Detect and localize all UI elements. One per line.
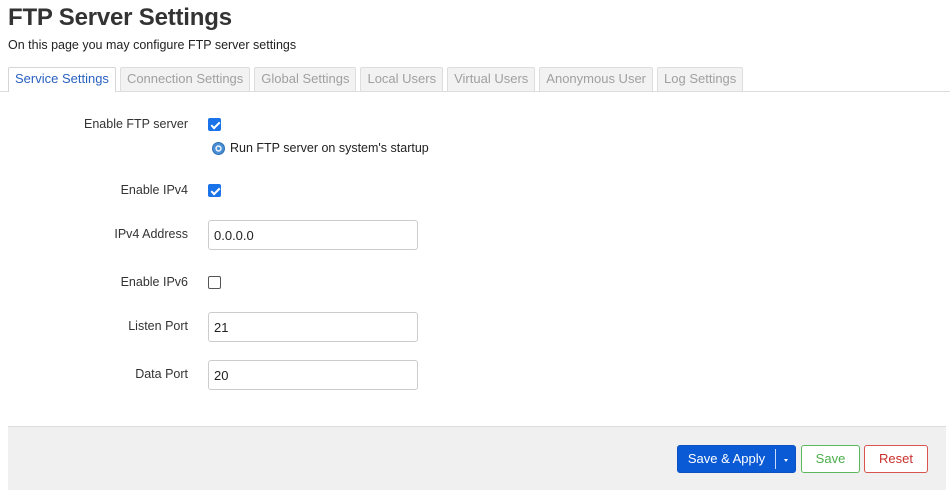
tab-virtual-users[interactable]: Virtual Users [447,67,536,91]
info-icon [212,141,225,155]
tab-connection-settings[interactable]: Connection Settings [119,67,251,91]
caret-down-icon[interactable] [776,446,796,472]
enable-ftp-checkbox[interactable] [208,118,221,131]
enable-ipv4-checkbox[interactable] [208,184,221,197]
action-bar: Save & Apply Save Reset [8,426,946,490]
page-description: On this page you may configure FTP serve… [8,38,297,52]
enable-ipv6-label: Enable IPv6 [120,275,188,289]
tab-bar: Service Settings Connection Settings Glo… [8,67,747,92]
reset-button[interactable]: Reset [864,445,928,473]
listen-port-label: Listen Port [128,319,188,333]
ipv4-address-label: IPv4 Address [114,227,188,241]
data-port-label: Data Port [135,367,188,381]
page-title: FTP Server Settings [8,4,232,31]
enable-ftp-label: Enable FTP server [84,117,188,131]
enable-ftp-hint: Run FTP server on system's startup [212,141,429,155]
tab-log-settings[interactable]: Log Settings [657,67,744,91]
enable-ftp-hint-text: Run FTP server on system's startup [230,141,429,155]
enable-ipv4-label: Enable IPv4 [120,183,188,197]
tab-global-settings[interactable]: Global Settings [254,67,357,91]
enable-ipv6-checkbox[interactable] [208,276,221,289]
ipv4-address-input[interactable] [208,220,418,250]
tab-service-settings[interactable]: Service Settings [8,67,116,92]
save-button[interactable]: Save [801,445,860,473]
tab-anonymous-user[interactable]: Anonymous User [539,67,654,91]
data-port-input[interactable] [208,360,418,390]
save-apply-label: Save & Apply [687,451,766,466]
listen-port-input[interactable] [208,312,418,342]
save-apply-button[interactable]: Save & Apply [677,445,796,473]
tab-local-users[interactable]: Local Users [360,67,444,91]
